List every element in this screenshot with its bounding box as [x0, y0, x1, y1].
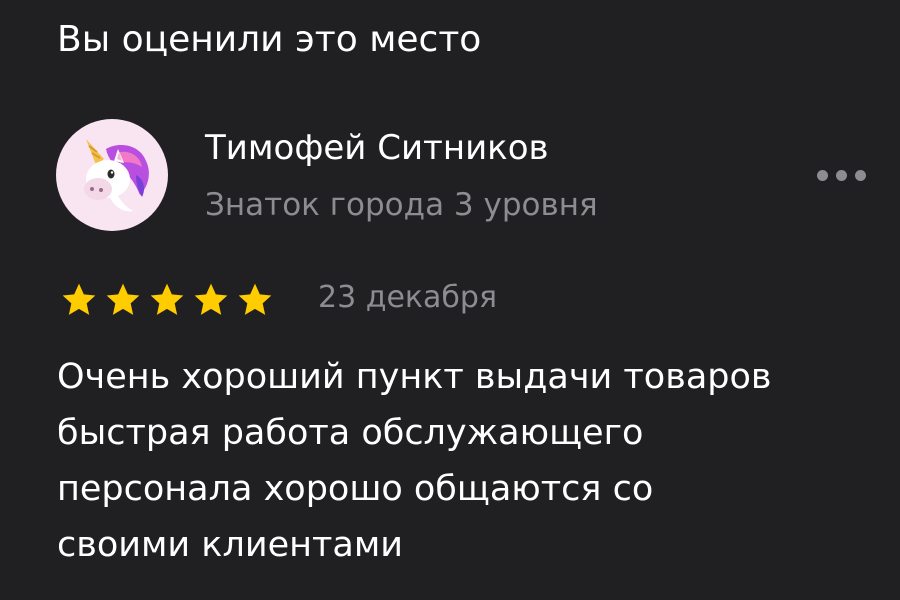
review-date: 23 декабря: [318, 280, 498, 315]
section-title: Вы оценили это место: [57, 19, 482, 60]
star-icon: [194, 283, 228, 315]
review-text: Очень хороший пункт выдачи товаров быстр…: [57, 349, 887, 573]
review-text-line: быстрая работа обслужающего: [57, 413, 644, 453]
star-icon: [106, 283, 140, 315]
review-card: Вы оценили это место Тимофей Ситников Зн…: [0, 0, 900, 600]
more-options-button[interactable]: [810, 158, 874, 192]
unicorn-emoji-icon: [84, 139, 149, 212]
author-level: Знаток города 3 уровня: [205, 187, 598, 223]
review-text-line: своими клиентами: [57, 525, 403, 565]
star-icon: [62, 283, 96, 315]
star-icon: [238, 283, 272, 315]
author-name[interactable]: Тимофей Ситников: [205, 124, 549, 172]
rating-stars: [58, 280, 276, 320]
avatar[interactable]: [56, 119, 168, 231]
star-icon: [150, 283, 184, 315]
review-text-line: Очень хороший пункт выдачи товаров: [57, 357, 772, 397]
review-text-line: персонала хорошо общаются со: [57, 469, 654, 509]
